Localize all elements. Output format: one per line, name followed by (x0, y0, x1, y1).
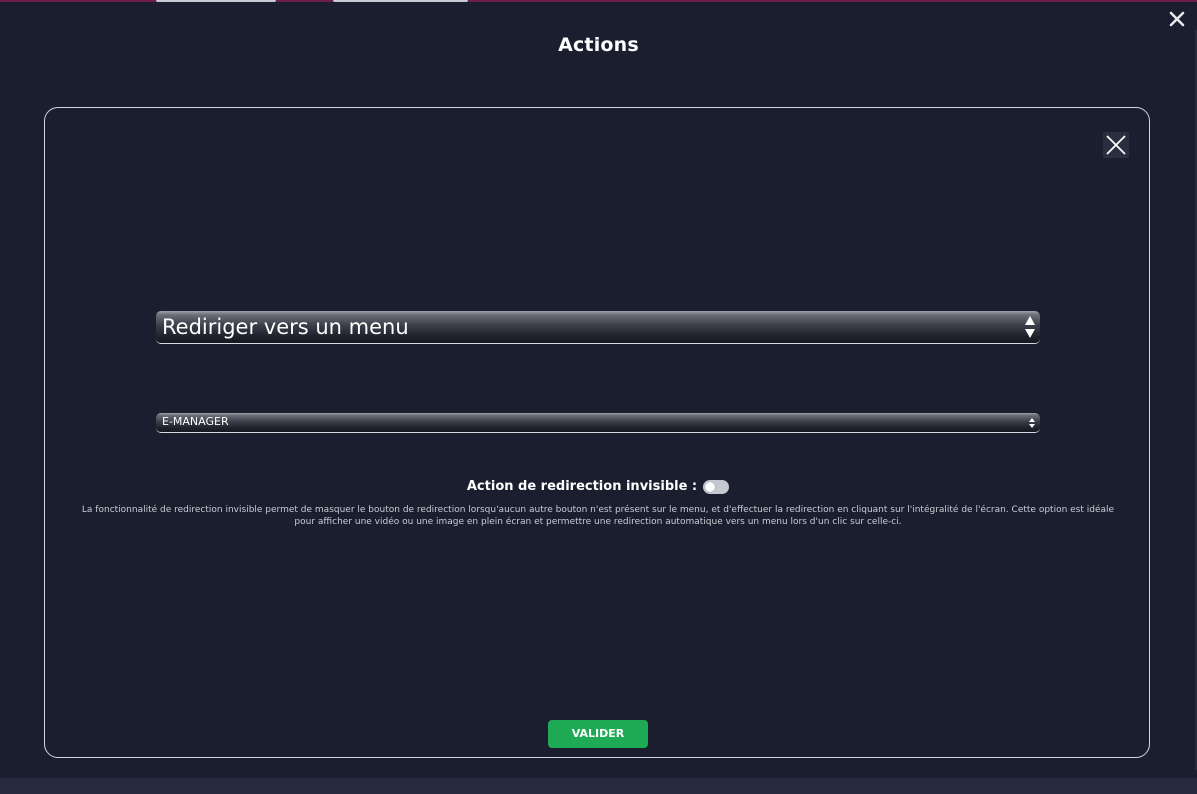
actions-modal: Rediriger vers un menu E-MANAGER Action … (44, 107, 1150, 758)
submit-button[interactable]: VALIDER (548, 720, 648, 748)
background-tab (333, 0, 468, 2)
select-arrows-icon (1024, 311, 1036, 343)
action-type-select[interactable]: Rediriger vers un menu (156, 311, 1040, 344)
toggle-knob (705, 482, 716, 492)
select-arrows-icon (1028, 413, 1036, 432)
menu-select-value: E-MANAGER (162, 415, 229, 428)
close-icon (1169, 11, 1185, 27)
modal-close-button[interactable] (1103, 132, 1129, 158)
action-type-value: Rediriger vers un menu (162, 315, 409, 339)
close-icon (1106, 135, 1126, 155)
invisible-redirect-toggle[interactable] (703, 480, 730, 494)
bottom-bar (0, 778, 1197, 794)
page-title: Actions (558, 34, 639, 56)
invisible-redirect-label: Action de redirection invisible : (466, 479, 698, 494)
invisible-redirect-help: La fonctionnalité de redirection invisib… (81, 505, 1115, 527)
menu-select[interactable]: E-MANAGER (156, 413, 1040, 433)
background-tab (156, 0, 276, 2)
invisible-redirect-row: Action de redirection invisible : (45, 479, 1151, 496)
window-close-button[interactable] (1166, 8, 1188, 30)
